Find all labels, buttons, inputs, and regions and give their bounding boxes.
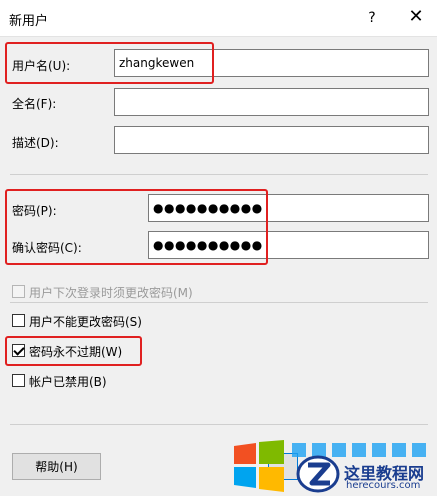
separator-bottom	[10, 424, 428, 425]
close-icon[interactable]: ✕	[401, 4, 431, 30]
help-button[interactable]: 帮助(H)	[12, 453, 101, 480]
password-label: 密码(P):	[12, 204, 57, 218]
description-input[interactable]	[114, 126, 429, 154]
confirm-password-label: 确认密码(C):	[12, 241, 82, 255]
never-expires-label[interactable]: 密码永不过期(W)	[29, 343, 122, 360]
cannot-change-checkbox[interactable]	[12, 314, 25, 327]
window-title: 新用户	[9, 14, 49, 29]
fullname-label: 全名(F):	[12, 97, 57, 111]
separator-top	[10, 174, 428, 175]
watermark-z-logo-icon	[296, 455, 340, 493]
account-disabled-checkbox[interactable]	[12, 374, 25, 387]
password-input[interactable]: ●●●●●●●●●●	[148, 194, 429, 222]
watermark-site: herecours.com	[346, 480, 421, 491]
confirm-password-input[interactable]: ●●●●●●●●●●	[148, 231, 429, 259]
title-bar: 新用户 ? ✕	[0, 0, 437, 37]
never-expires-checkbox[interactable]	[12, 344, 25, 357]
cannot-change-label[interactable]: 用户不能更改密码(S)	[29, 313, 142, 330]
fullname-input[interactable]	[114, 88, 429, 116]
separator-middle	[10, 302, 428, 303]
windows-logo-icon	[234, 440, 284, 492]
username-input[interactable]	[114, 49, 429, 77]
username-label: 用户名(U):	[12, 59, 71, 73]
checkmark-icon	[13, 344, 25, 356]
must-change-checkbox	[12, 285, 25, 298]
account-disabled-label[interactable]: 帐户已禁用(B)	[29, 373, 107, 390]
must-change-label: 用户下次登录时须更改密码(M)	[29, 286, 193, 300]
help-question-icon[interactable]: ?	[361, 6, 383, 30]
description-label: 描述(D):	[12, 136, 59, 150]
